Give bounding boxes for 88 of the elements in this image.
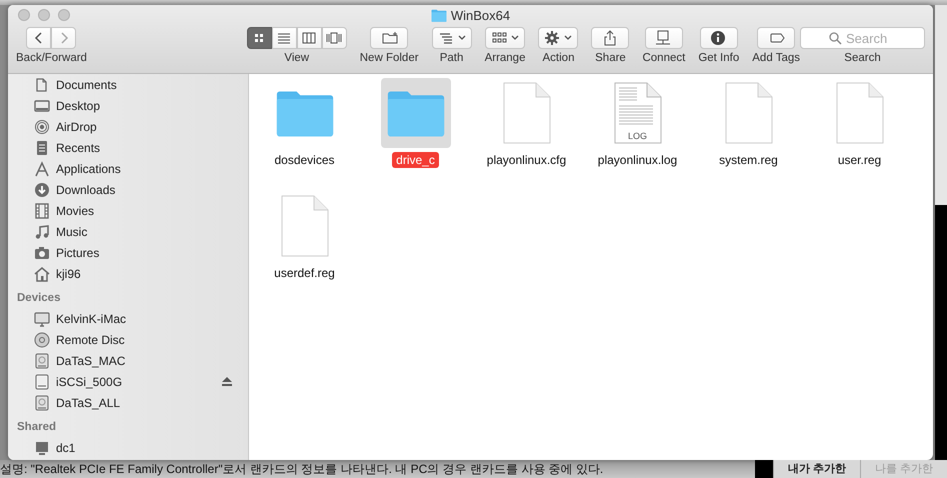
sidebar-item[interactable]: Documents — [8, 74, 248, 95]
toolbar-label: Path — [440, 52, 464, 64]
tab[interactable]: 내가 추가한 — [772, 460, 860, 478]
sidebar-item[interactable]: Recents — [8, 137, 248, 158]
file-name[interactable]: user.reg — [834, 152, 886, 168]
drive-icon — [34, 352, 50, 368]
desktop-icon — [34, 98, 50, 114]
file-name[interactable]: playonlinux.log — [594, 152, 682, 168]
sidebar-item[interactable]: Desktop — [8, 95, 248, 116]
folder-plus-icon — [380, 30, 398, 46]
caret-icon — [511, 35, 520, 41]
toolbar-label: Action — [542, 52, 574, 64]
toolbar-label: Search — [844, 52, 881, 64]
file-name[interactable]: drive_c — [392, 152, 439, 168]
search-icon — [829, 32, 842, 44]
disc-icon — [34, 332, 50, 348]
monitor-icon — [655, 30, 672, 46]
file-name[interactable]: dosdevices — [270, 152, 339, 168]
toolbar-label: Back/Forward — [16, 52, 87, 64]
caret-icon — [564, 35, 572, 41]
back-button[interactable] — [26, 27, 52, 49]
drive-icon — [34, 394, 50, 410]
sidebar-item[interactable]: Remote Disc — [8, 329, 248, 350]
info-button[interactable] — [700, 27, 738, 49]
sidebar-item[interactable]: KelvinK-iMac — [8, 308, 248, 329]
view-mode-button[interactable] — [322, 27, 347, 49]
sidebar-item[interactable]: Downloads — [8, 179, 248, 200]
movies-icon — [34, 202, 50, 218]
share-button[interactable] — [591, 27, 630, 49]
sidebar-item[interactable]: dc1 — [8, 437, 248, 458]
file-icon-tile[interactable] — [380, 78, 450, 148]
sidebar-item[interactable]: AirDrop — [8, 116, 248, 137]
folder-icon — [430, 9, 447, 22]
file-name[interactable]: playonlinux.cfg — [482, 152, 570, 168]
computer-icon — [34, 310, 50, 326]
sidebar-item[interactable]: Music — [8, 221, 248, 242]
toolbar-label: Add Tags — [752, 52, 800, 64]
sidebar-item[interactable]: kji96 — [8, 263, 248, 284]
applications-icon — [34, 160, 50, 176]
view-mode-button[interactable] — [272, 27, 297, 49]
airdrop-icon — [34, 118, 50, 134]
search-field[interactable]: Search — [800, 27, 925, 49]
search-input[interactable]: Search — [846, 30, 896, 46]
coverflow-view-icon — [326, 30, 342, 46]
toolbar-label: New Folder — [360, 52, 419, 64]
sidebar-item[interactable]: Applications — [8, 158, 248, 179]
log-file-icon: LOG — [614, 82, 662, 144]
sidebar-item[interactable]: iSCSi_500G — [8, 371, 248, 392]
sidebar-heading: Shared — [16, 420, 57, 435]
document-icon — [724, 82, 772, 144]
toolbar-label: Share — [595, 52, 626, 64]
view-mode-button[interactable] — [296, 27, 322, 49]
caption-text: 설명: "Realtek PCIe FE Family Controller"로서 랜카드의 정보를 나타낸다. 내 PC의 경우 랜카드를 사용 중에 있다. — [0, 461, 604, 478]
connect-button[interactable] — [644, 27, 683, 49]
external-icon — [34, 374, 50, 390]
sidebar-item[interactable]: Pictures — [8, 242, 248, 263]
toolbar-label: Arrange — [484, 52, 526, 64]
view-mode-button[interactable] — [246, 27, 272, 49]
document-icon — [280, 195, 328, 257]
tags-button[interactable] — [757, 27, 796, 49]
recents-icon — [34, 140, 50, 156]
toolbar-label: Connect — [642, 52, 686, 64]
eject-icon[interactable] — [222, 377, 232, 386]
gear-icon — [544, 30, 562, 46]
toolbar-label: View — [284, 52, 310, 64]
columns-view-icon — [301, 30, 318, 46]
window-title: WinBox64 — [450, 8, 510, 23]
sidebar-item[interactable]: DaTaS_MAC — [8, 350, 248, 371]
file-name[interactable]: userdef.reg — [270, 265, 339, 281]
pictures-icon — [34, 244, 50, 260]
document-icon — [836, 82, 884, 144]
toolbar-label: Get Info — [698, 52, 740, 64]
action-button[interactable] — [538, 27, 578, 49]
caret-icon — [458, 35, 466, 41]
sidebar-item[interactable]: DaTaS_ALL — [8, 392, 248, 413]
arrange-button[interactable] — [485, 27, 526, 49]
info-icon — [710, 30, 728, 46]
music-icon — [34, 224, 50, 240]
document-icon — [502, 82, 550, 144]
sidebar-item[interactable]: Movies — [8, 200, 248, 221]
path-button[interactable] — [432, 27, 472, 49]
file-icon-tile[interactable]: LOG — [602, 78, 672, 148]
downloads-icon — [34, 182, 50, 198]
newfolder-button[interactable] — [370, 27, 408, 49]
home-icon — [34, 266, 50, 282]
file-name[interactable]: system.reg — [715, 152, 782, 168]
sidebar-heading: Devices — [16, 291, 62, 306]
server-icon — [34, 440, 50, 456]
